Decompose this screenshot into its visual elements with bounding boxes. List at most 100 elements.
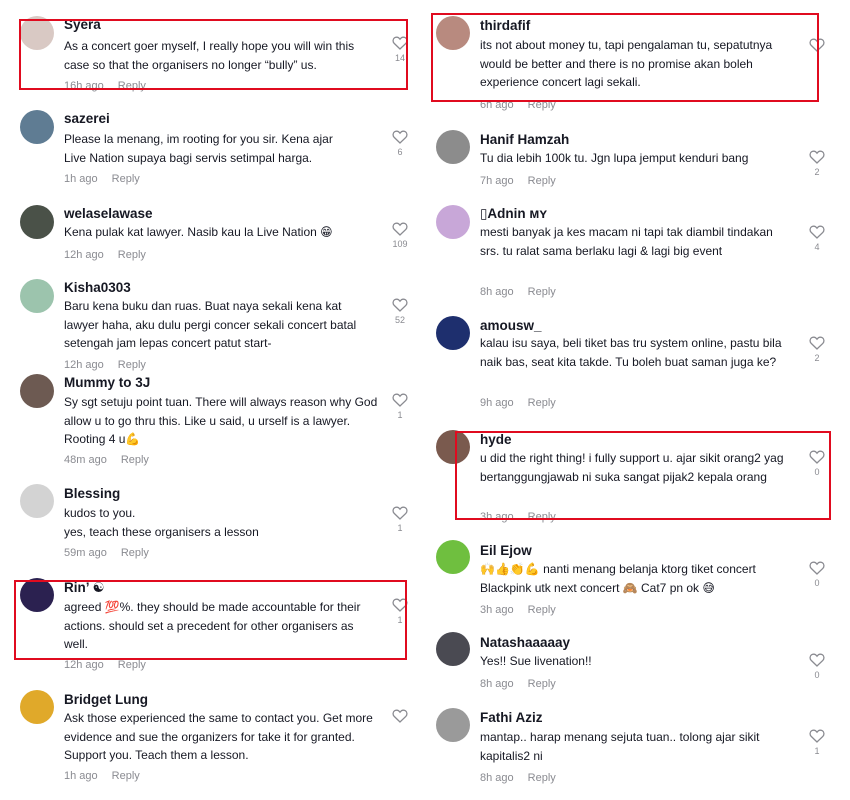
like-button[interactable]: 0 xyxy=(807,653,827,680)
comment-time: 59m ago xyxy=(64,547,107,559)
like-button[interactable]: 109 xyxy=(390,222,410,249)
highlight-box xyxy=(14,580,407,660)
comment-username[interactable]: Blessing xyxy=(64,486,120,501)
like-button[interactable]: 1 xyxy=(390,506,410,533)
comment-username[interactable]: Natashaaaaay xyxy=(480,635,570,650)
like-count: 1 xyxy=(397,523,403,533)
reply-button[interactable]: Reply xyxy=(121,454,149,466)
avatar[interactable] xyxy=(436,540,470,574)
reply-button[interactable]: Reply xyxy=(528,604,556,616)
comment-meta: 3h ago Reply xyxy=(480,604,556,616)
reply-button[interactable]: Reply xyxy=(528,678,556,690)
heart-icon xyxy=(392,298,408,312)
comment-username[interactable]: Mummy to 3J xyxy=(64,375,150,390)
like-button[interactable]: 1 xyxy=(390,393,410,420)
comment-text: Tu dia lebih 100k tu. Jgn lupa jemput ke… xyxy=(480,151,749,165)
comment-text: kudos to you. yes, teach these organiser… xyxy=(64,506,259,539)
like-button[interactable] xyxy=(390,709,410,726)
comment-time: 8h ago xyxy=(480,678,514,690)
comment-text: Please la menang, im rooting for you sir… xyxy=(64,132,333,165)
comment-username[interactable]: ▯Adnin ᴍʏ xyxy=(480,206,547,222)
comment-username[interactable]: Fathi Aziz xyxy=(480,710,543,725)
heart-icon xyxy=(809,653,825,667)
comment-text: Baru kena buku dan ruas. Buat naya sekal… xyxy=(64,299,357,350)
comment-username[interactable]: welaselawase xyxy=(64,206,153,221)
comment-text: kalau isu saya, beli tiket bas tru syste… xyxy=(480,336,782,369)
comment-username[interactable]: Kisha0303 xyxy=(64,280,131,295)
avatar[interactable] xyxy=(436,632,470,666)
comment-time: 8h ago xyxy=(480,772,514,784)
comment-meta: 8h ago Reply xyxy=(480,678,556,690)
reply-button[interactable]: Reply xyxy=(528,286,556,298)
like-button[interactable]: 0 xyxy=(807,561,827,588)
highlight-box xyxy=(455,431,831,520)
heart-icon xyxy=(809,561,825,575)
reply-button[interactable]: Reply xyxy=(528,397,556,409)
comment-text: Ask those experienced the same to contac… xyxy=(64,711,373,762)
reply-button[interactable]: Reply xyxy=(112,770,140,782)
avatar[interactable] xyxy=(436,130,470,164)
comment-text: 🙌👍👏💪 nanti menang belanja ktorg tiket co… xyxy=(480,562,756,595)
avatar[interactable] xyxy=(436,708,470,742)
reply-button[interactable]: Reply xyxy=(118,359,146,371)
heart-icon xyxy=(392,222,408,236)
comment-meta: 12h ago Reply xyxy=(64,359,146,371)
reply-button[interactable]: Reply xyxy=(528,175,556,187)
like-count: 2 xyxy=(814,167,820,177)
comment-time: 1h ago xyxy=(64,173,98,185)
like-button[interactable]: 2 xyxy=(807,336,827,363)
comment-time: 1h ago xyxy=(64,770,98,782)
heart-icon xyxy=(809,225,825,239)
comment-username[interactable]: Bridget Lung xyxy=(64,692,148,707)
heart-icon xyxy=(809,150,825,164)
like-button[interactable]: 1 xyxy=(807,729,827,756)
reply-button[interactable]: Reply xyxy=(528,772,556,784)
comment-meta: 59m ago Reply xyxy=(64,547,149,559)
avatar[interactable] xyxy=(20,110,54,144)
avatar[interactable] xyxy=(436,205,470,239)
comment-username[interactable]: amousw_ xyxy=(480,318,542,333)
like-count: 52 xyxy=(394,315,405,325)
comment-time: 12h ago xyxy=(64,659,104,671)
comment-time: 12h ago xyxy=(64,359,104,371)
comment-username[interactable]: sazerei xyxy=(64,111,110,126)
like-count: 0 xyxy=(814,578,820,588)
comment-username[interactable]: Eil Ejow xyxy=(480,543,532,558)
heart-icon xyxy=(809,336,825,350)
avatar[interactable] xyxy=(20,690,54,724)
avatar[interactable] xyxy=(20,205,54,239)
comment-time: 3h ago xyxy=(480,604,514,616)
comment-time: 12h ago xyxy=(64,249,104,261)
like-count: 2 xyxy=(814,353,820,363)
comment-text: Sy sgt setuju point tuan. There will alw… xyxy=(64,395,378,446)
reply-button[interactable]: Reply xyxy=(118,659,146,671)
like-count: 4 xyxy=(814,242,820,252)
comment-time: 8h ago xyxy=(480,286,514,298)
comment-text: Kena pulak kat lawyer. Nasib kau la Live… xyxy=(64,225,333,239)
highlight-box xyxy=(19,19,408,90)
like-button[interactable]: 6 xyxy=(390,130,410,157)
reply-button[interactable]: Reply xyxy=(121,547,149,559)
like-count: 109 xyxy=(392,239,408,249)
comment-meta: 48m ago Reply xyxy=(64,454,149,466)
comment-username[interactable]: Hanif Hamzah xyxy=(480,132,569,147)
reply-button[interactable]: Reply xyxy=(112,173,140,185)
avatar[interactable] xyxy=(436,316,470,350)
like-count: 0 xyxy=(814,670,820,680)
heart-icon xyxy=(392,393,408,407)
comment-text: mesti banyak ja kes macam ni tapi tak di… xyxy=(480,225,773,258)
comment-time: 9h ago xyxy=(480,397,514,409)
comment-meta: 8h ago Reply xyxy=(480,286,556,298)
avatar[interactable] xyxy=(20,374,54,408)
like-button[interactable]: 4 xyxy=(807,225,827,252)
like-button[interactable]: 52 xyxy=(390,298,410,325)
comment-meta: 9h ago Reply xyxy=(480,397,556,409)
avatar[interactable] xyxy=(20,279,54,313)
heart-icon xyxy=(392,130,408,144)
heart-icon xyxy=(809,729,825,743)
reply-button[interactable]: Reply xyxy=(118,249,146,261)
comment-meta: 1h ago Reply xyxy=(64,173,140,185)
comment-meta: 12h ago Reply xyxy=(64,659,146,671)
avatar[interactable] xyxy=(20,484,54,518)
like-button[interactable]: 2 xyxy=(807,150,827,177)
